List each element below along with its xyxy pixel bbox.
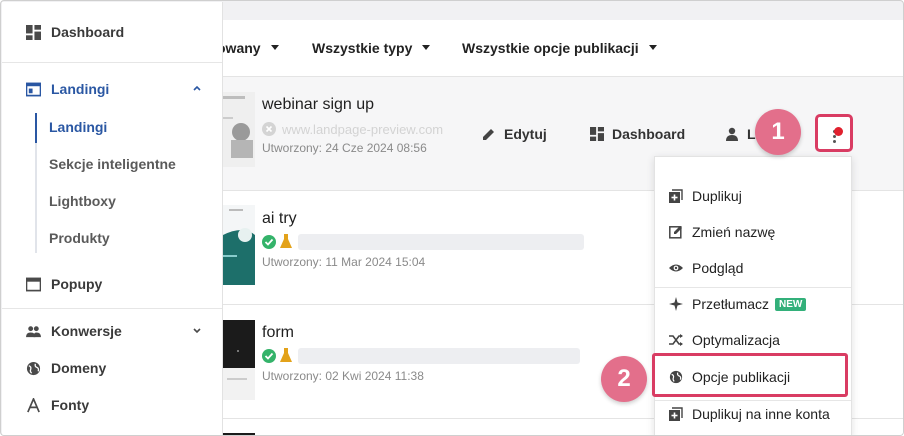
menu-item-translate[interactable]: Przetłumacz NEW [655, 290, 851, 318]
landing-created-date: Utworzony: 02 Kwi 2024 11:38 [262, 369, 424, 383]
published-check-icon [262, 235, 276, 249]
globe-icon [669, 370, 683, 384]
sparkle-icon [669, 297, 683, 311]
landing-page-icon [26, 82, 41, 97]
pencil-icon [483, 129, 494, 140]
dashboard-icon [590, 127, 604, 141]
sidebar-subitem-smart-sections[interactable]: Sekcje inteligentne [49, 156, 176, 172]
menu-divider [655, 287, 851, 288]
font-icon [27, 398, 40, 413]
more-options-menu: Duplikuj Zmień nazwę Podgląd Przetłumacz… [654, 156, 852, 435]
popup-icon [26, 277, 41, 292]
caret-down-icon [422, 44, 431, 50]
thumbnail-image [223, 320, 255, 400]
landing-url-blurred[interactable] [298, 234, 584, 250]
caret-down-icon [270, 44, 279, 50]
sidebar-item-fonty[interactable]: Fonty [2, 390, 222, 420]
shuffle-icon [669, 334, 683, 346]
app-window: Dashboard Landingi Landingi Sekcje intel… [0, 0, 904, 436]
sidebar-divider [2, 62, 222, 63]
thumbnail-image [223, 205, 255, 285]
eye-icon [669, 264, 683, 272]
sidebar-subitem-lightboxes[interactable]: Lightboxy [49, 193, 116, 209]
landing-thumbnail[interactable] [223, 205, 255, 285]
unpublished-icon [262, 122, 276, 136]
landing-title[interactable]: form [262, 324, 294, 342]
menu-item-label: Duplikuj na inne konta [692, 406, 830, 422]
landing-created-date: Utworzony: 11 Mar 2024 15:04 [262, 255, 426, 269]
sidebar-item-label: Popupy [51, 276, 103, 292]
status-filter-label: owany [217, 40, 261, 56]
sidebar-subitem-landingi[interactable]: Landingi [49, 119, 107, 135]
kebab-dot [833, 140, 836, 143]
sidebar-divider [2, 308, 222, 309]
thumbnail-image [223, 92, 255, 167]
leads-button[interactable]: L [725, 126, 756, 142]
menu-item-optimization[interactable]: Optymalizacja [655, 326, 851, 354]
menu-item-preview[interactable]: Podgląd [655, 254, 851, 282]
chevron-down-icon[interactable] [192, 325, 202, 335]
sidebar-item-label: Domeny [51, 360, 107, 376]
landing-url-blurred[interactable] [298, 348, 580, 364]
duplicate-icon [669, 189, 683, 203]
type-filter-label: Wszystkie typy [312, 40, 413, 56]
translate-label: Przetłumacz [692, 296, 770, 312]
menu-item-label: Przetłumacz NEW [692, 296, 807, 312]
landing-thumbnail[interactable] [223, 92, 255, 167]
dashboard-button[interactable]: Dashboard [590, 126, 685, 142]
menu-item-label: Duplikuj [692, 188, 742, 204]
type-filter-dropdown[interactable]: Wszystkie typy [312, 40, 431, 56]
caret-down-icon [648, 44, 657, 50]
menu-item-publish-options[interactable]: Opcje publikacji [655, 363, 851, 391]
filter-bar: owany Wszystkie typy Wszystkie opcje pub… [217, 20, 903, 77]
publish-options-filter-dropdown[interactable]: Wszystkie opcje publikacji [462, 40, 657, 56]
edit-button[interactable]: Edytuj [482, 126, 547, 142]
chevron-up-icon[interactable] [192, 83, 202, 93]
landing-thumbnail[interactable] [223, 320, 255, 400]
menu-item-label: Optymalizacja [692, 332, 780, 348]
duplicate-icon [669, 407, 683, 421]
more-options-button[interactable] [815, 114, 853, 152]
sidebar-item-label: Fonty [51, 397, 90, 413]
status-filter-dropdown[interactable]: owany [217, 40, 279, 56]
notification-dot [834, 127, 843, 136]
sidebar-item-konwersje[interactable]: Konwersje [2, 316, 222, 346]
menu-item-label: Opcje publikacji [692, 369, 791, 385]
new-badge: NEW [775, 298, 807, 311]
people-icon [26, 326, 41, 338]
menu-item-label: Zmień nazwę [692, 224, 776, 240]
landing-title[interactable]: webinar sign up [262, 96, 374, 114]
landing-title[interactable]: ai try [262, 210, 297, 228]
menu-item-duplicate[interactable]: Duplikuj [655, 182, 851, 210]
sidebar: Dashboard Landingi Landingi Sekcje intel… [2, 2, 223, 435]
menu-item-duplicate-other-accounts[interactable]: Duplikuj na inne konta [655, 400, 851, 428]
menu-item-label: Podgląd [692, 260, 744, 276]
step-callout-2: 2 [601, 356, 647, 402]
sidebar-item-domeny[interactable]: Domeny [2, 353, 222, 383]
submenu-active-marker [35, 113, 37, 143]
dashboard-icon [26, 25, 41, 40]
landing-created-date: Utworzony: 24 Cze 2024 08:56 [262, 141, 427, 155]
step-callout-1: 1 [755, 109, 801, 155]
sidebar-subitem-products[interactable]: Produkty [49, 230, 110, 246]
sidebar-item-dashboard[interactable]: Dashboard [2, 17, 222, 47]
sidebar-item-label: Konwersje [51, 323, 122, 339]
sidebar-item-label: Landingi [51, 81, 110, 97]
edit-label: Edytuj [504, 126, 547, 142]
dashboard-label: Dashboard [612, 126, 686, 142]
publish-filter-label: Wszystkie opcje publikacji [462, 40, 639, 56]
flask-icon [280, 234, 292, 248]
landing-url[interactable]: www.landpage-preview.com [282, 122, 472, 137]
rename-icon [669, 226, 682, 239]
sidebar-item-landingi[interactable]: Landingi [2, 74, 222, 104]
published-check-icon [262, 349, 276, 363]
sidebar-item-popupy[interactable]: Popupy [2, 269, 222, 299]
globe-icon [26, 361, 41, 376]
sidebar-item-label: Dashboard [51, 24, 125, 40]
person-icon [726, 127, 738, 141]
menu-item-rename[interactable]: Zmień nazwę [655, 218, 851, 246]
flask-icon [280, 348, 292, 362]
